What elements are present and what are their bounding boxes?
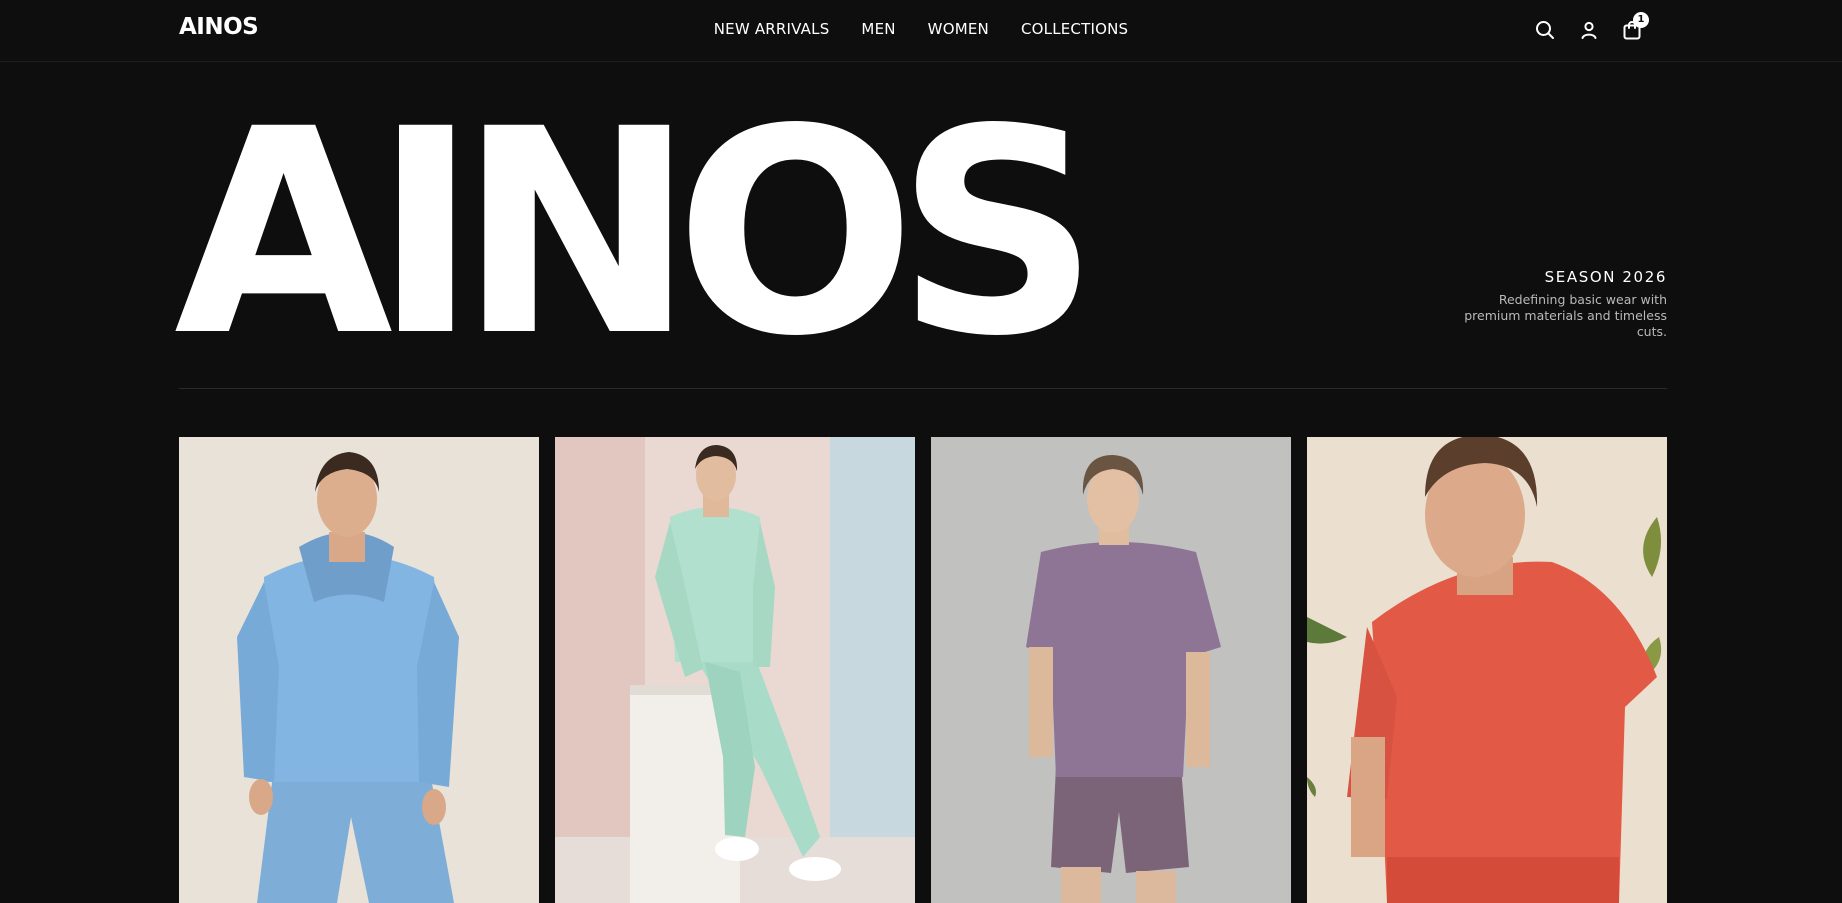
product-card[interactable] xyxy=(1307,437,1667,903)
product-card[interactable] xyxy=(931,437,1291,903)
hero-tagline: Redefining basic wear with premium mater… xyxy=(1464,292,1667,339)
shopping-bag-icon[interactable] xyxy=(1620,18,1644,42)
section-divider xyxy=(179,388,1667,389)
season-label: SEASON 2026 xyxy=(1544,268,1667,286)
product-card[interactable] xyxy=(179,437,539,903)
nav-women[interactable]: WOMEN xyxy=(928,20,989,38)
product-card[interactable] xyxy=(555,437,915,903)
product-image xyxy=(1307,437,1667,903)
nav-men[interactable]: MEN xyxy=(861,20,895,38)
nav-new-arrivals[interactable]: NEW ARRIVALS xyxy=(714,20,830,38)
search-icon[interactable] xyxy=(1533,18,1557,42)
product-grid xyxy=(179,437,1667,903)
account-icon[interactable] xyxy=(1577,18,1601,42)
product-image xyxy=(555,437,915,903)
product-image xyxy=(179,437,539,903)
nav-collections[interactable]: COLLECTIONS xyxy=(1021,20,1128,38)
top-navbar: AINOS NEW ARRIVALS MEN WOMEN COLLECTIONS… xyxy=(0,0,1842,62)
product-image xyxy=(931,437,1291,903)
hero-title: AINOS xyxy=(174,68,1100,398)
main-nav: NEW ARRIVALS MEN WOMEN COLLECTIONS xyxy=(0,20,1842,38)
